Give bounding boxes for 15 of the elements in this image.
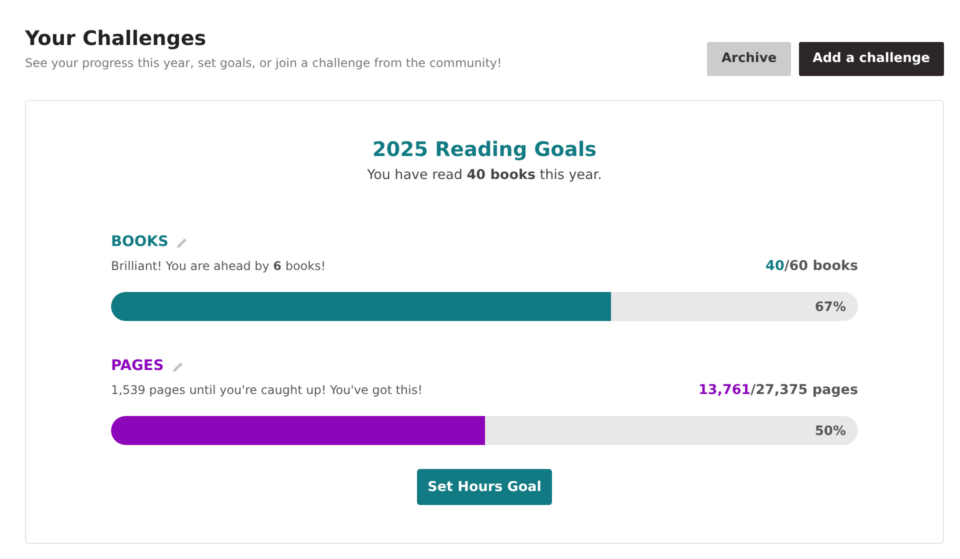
goal-message: 1,539 pages until you're caught up! You've got this!: [111, 382, 422, 399]
goal-message: Brilliant! You are ahead by 6 books!: [111, 258, 326, 275]
set-hours-goal-button[interactable]: Set Hours Goal: [416, 468, 552, 505]
page-subtitle: See your progress this year, set goals, or join a challenge from the community!: [25, 55, 502, 72]
summary-text: You have read 40 books this year.: [367, 166, 602, 184]
page-title: Your Challenges: [25, 26, 208, 50]
card-title: 2025 Reading Goals: [371, 136, 598, 160]
pencil-icon[interactable]: [172, 360, 184, 373]
progress-percent: 67%: [814, 298, 846, 317]
goal-label: BOOKS: [111, 232, 168, 252]
add-button[interactable]: Add a challenge: [798, 42, 944, 76]
archive-button[interactable]: Archive: [707, 42, 791, 76]
pencil-icon[interactable]: [176, 236, 188, 249]
goal-label: PAGES: [111, 356, 164, 376]
progress-percent: 50%: [814, 422, 846, 441]
